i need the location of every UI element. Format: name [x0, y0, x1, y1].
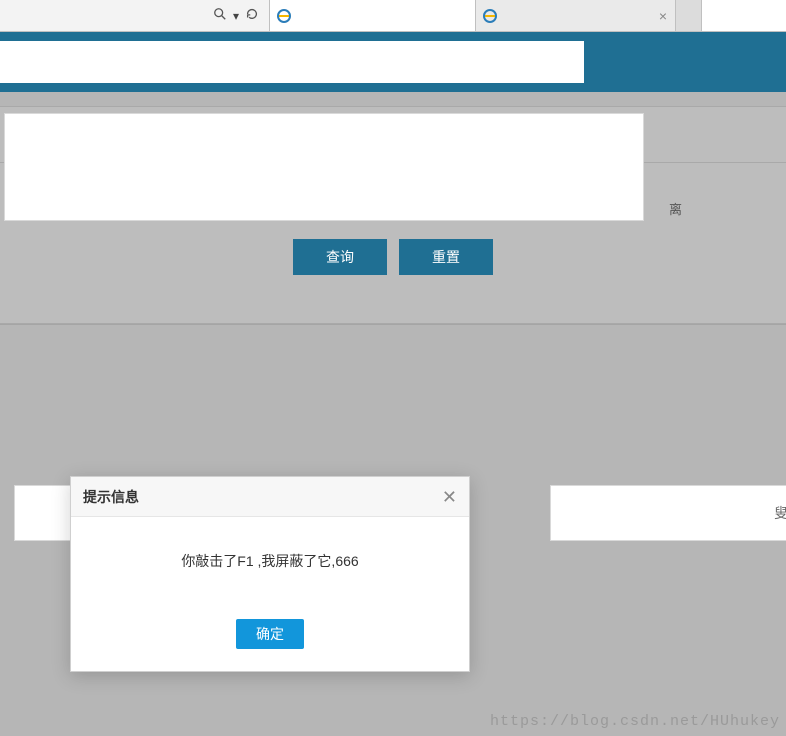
cut-off-char: 叟	[774, 503, 786, 523]
info-dialog: 提示信息 ✕ 你敲击了F1 ,我屏蔽了它,666 确定	[70, 476, 470, 672]
result-white-box-right	[550, 485, 786, 541]
reset-button[interactable]: 重置	[399, 239, 493, 275]
address-bar-wrap: ▾	[0, 0, 270, 31]
address-bar-icon-group: ▾	[213, 7, 265, 24]
browser-tab-1[interactable]	[270, 0, 476, 31]
refresh-icon[interactable]	[245, 7, 259, 24]
search-icon[interactable]	[213, 7, 227, 24]
new-tab-button[interactable]	[676, 0, 702, 31]
dialog-footer: 确定	[71, 607, 469, 671]
ie-favicon-icon	[276, 8, 292, 24]
dialog-body: 你敲击了F1 ,我屏蔽了它,666	[71, 517, 469, 607]
ie-favicon-icon	[482, 8, 498, 24]
tab-close-icon[interactable]: ×	[651, 8, 667, 24]
page-body: 离 查询 重置 叟 https://blog.csdn.net/HUhukey …	[0, 32, 786, 736]
form-white-box	[4, 113, 644, 221]
search-panel: 离 查询 重置	[0, 106, 786, 324]
watermark-text: https://blog.csdn.net/HUhukey	[490, 713, 780, 730]
dropdown-icon[interactable]: ▾	[233, 9, 239, 23]
query-button[interactable]: 查询	[293, 239, 387, 275]
dialog-ok-button[interactable]: 确定	[236, 619, 304, 649]
dialog-close-icon[interactable]: ✕	[442, 488, 457, 506]
dialog-header: 提示信息 ✕	[71, 477, 469, 517]
browser-tab-2[interactable]: ×	[476, 0, 676, 31]
dialog-message: 你敲击了F1 ,我屏蔽了它,666	[181, 553, 358, 569]
field-label-fragment: 离	[669, 199, 682, 218]
browser-chrome: ▾ ×	[0, 0, 786, 32]
action-button-row: 查询 重置	[0, 239, 786, 275]
header-blue-bar	[0, 32, 786, 92]
dialog-title: 提示信息	[83, 487, 139, 507]
header-white-slot	[0, 41, 584, 83]
